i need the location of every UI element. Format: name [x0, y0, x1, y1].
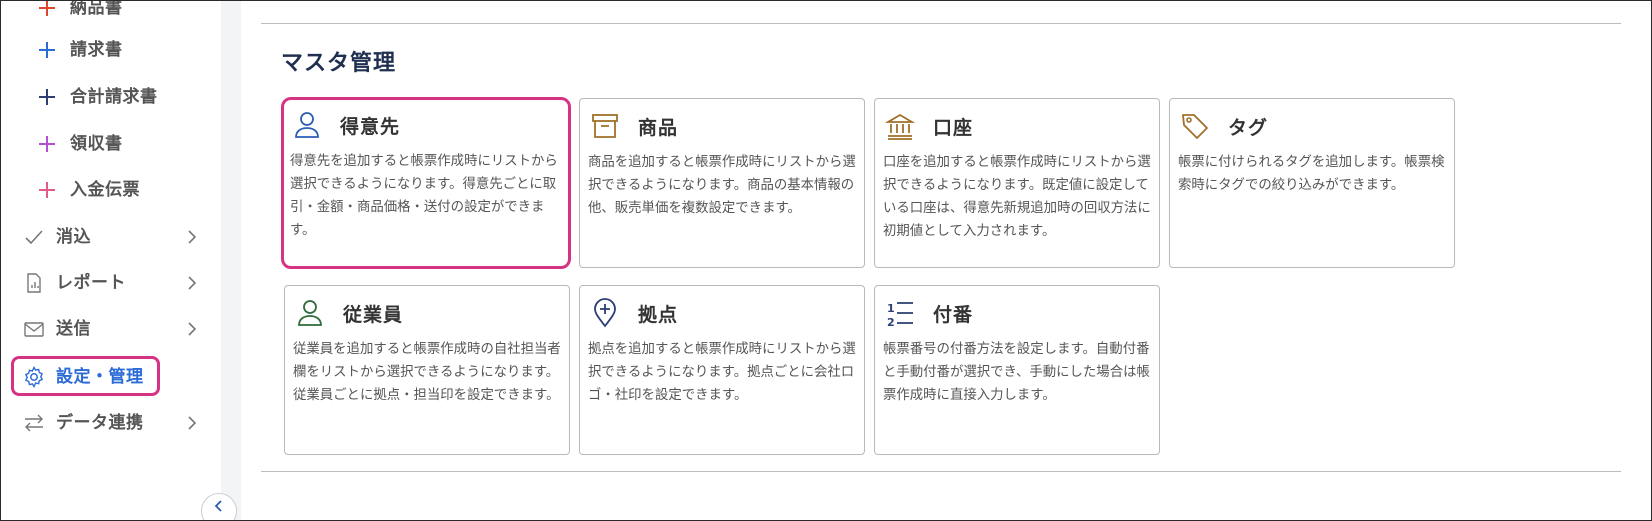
- sidebar-item-reconcile[interactable]: 消込: [2, 216, 212, 256]
- card-title: タグ: [1228, 117, 1269, 139]
- sidebar-item-data-sync[interactable]: データ連携: [2, 402, 212, 442]
- card-description: 口座を追加すると帳票作成時にリストから選択できるようになります。既定値に設定して…: [883, 155, 1151, 239]
- sync-icon: [25, 414, 43, 432]
- card-title: 商品: [638, 117, 679, 139]
- bank-icon: [885, 113, 915, 140]
- card-description: 帳票に付けられるタグを追加します。帳票検索時にタグでの絞り込みができます。: [1178, 155, 1445, 193]
- card-description: 得意先を追加すると帳票作成時にリストから選択できるようになります。得意先ごとに取…: [290, 154, 558, 238]
- card-description: 帳票番号の付番方法を設定します。自動付番と手動付番が選択でき、手動にした場合は帳…: [883, 342, 1150, 403]
- sidebar-item-total-invoice[interactable]: 合計請求書: [2, 76, 212, 116]
- card-branch[interactable]: 拠点 拠点を追加すると帳票作成時にリストから選択できるようになります。拠点ごとに…: [579, 285, 865, 455]
- divider-line: [261, 23, 1621, 24]
- card-bank-account[interactable]: 口座 口座を追加すると帳票作成時にリストから選択できるようになります。既定値に設…: [874, 98, 1160, 268]
- sidebar-item-label: 入金伝票: [70, 180, 140, 200]
- person-icon: [295, 112, 319, 138]
- map-pin-icon: [594, 298, 616, 328]
- mail-icon: [24, 322, 44, 337]
- sidebar-item-label: レポート: [56, 273, 126, 293]
- chevron-right-icon: [188, 276, 197, 290]
- plus-icon: [39, 136, 55, 152]
- svg-text:1: 1: [887, 302, 895, 315]
- card-employee[interactable]: 従業員 従業員を追加すると帳票作成時の自社担当者欄をリストから選択できるようにな…: [284, 285, 570, 455]
- gear-icon: [24, 366, 44, 388]
- sidebar-item-report[interactable]: レポート: [2, 262, 212, 302]
- report-icon: [27, 273, 41, 293]
- sidebar-item-invoice[interactable]: 請求書: [2, 29, 212, 69]
- card-description: 従業員を追加すると帳票作成時の自社担当者欄をリストから選択できるようになります。…: [293, 342, 561, 403]
- sidebar-divider: [221, 1, 241, 520]
- card-title: 口座: [933, 117, 974, 139]
- card-customer[interactable]: 得意先 得意先を追加すると帳票作成時にリストから選択できるようになります。得意先…: [281, 97, 571, 269]
- card-title: 拠点: [638, 304, 679, 326]
- card-title: 従業員: [343, 304, 404, 326]
- card-tag[interactable]: タグ 帳票に付けられるタグを追加します。帳票検索時にタグでの絞り込みができます。: [1169, 98, 1455, 268]
- svg-text:2: 2: [887, 316, 895, 328]
- box-icon: [592, 114, 618, 138]
- sidebar-item-label: 納品書: [70, 0, 123, 18]
- plus-icon: [39, 89, 55, 105]
- chevron-right-icon: [188, 322, 197, 336]
- card-description: 拠点を追加すると帳票作成時にリストから選択できるようになります。拠点ごとに会社ロ…: [588, 342, 856, 403]
- card-numbering[interactable]: 12 付番 帳票番号の付番方法を設定します。自動付番と手動付番が選択でき、手動に…: [874, 285, 1160, 455]
- main-content: マスタ管理 得意先 得意先を追加すると帳票作成時にリストから選択できるようになり…: [241, 1, 1651, 520]
- chevron-right-icon: [188, 416, 197, 430]
- card-product[interactable]: 商品 商品を追加すると帳票作成時にリストから選択できるようになります。商品の基本…: [579, 98, 865, 268]
- card-description: 商品を追加すると帳票作成時にリストから選択できるようになります。商品の基本情報の…: [588, 155, 856, 216]
- card-title: 得意先: [340, 116, 401, 138]
- sidebar: 納品書 請求書 合計請求書 領収書 入金伝票 消込 レポート 送信 設定・管理 …: [2, 1, 222, 520]
- sidebar-item-delivery-note[interactable]: 納品書: [2, 0, 212, 27]
- numbered-list-icon: 12: [887, 302, 913, 328]
- collapse-sidebar-button[interactable]: [201, 493, 237, 520]
- sidebar-item-label: 領収書: [70, 134, 123, 154]
- plus-icon: [39, 182, 55, 198]
- sidebar-item-receipt[interactable]: 領収書: [2, 123, 212, 163]
- chevron-right-icon: [188, 230, 197, 244]
- sidebar-item-settings[interactable]: 設定・管理: [11, 356, 160, 396]
- plus-icon: [39, 42, 55, 58]
- person-icon: [298, 300, 322, 326]
- sidebar-item-send[interactable]: 送信: [2, 308, 212, 348]
- sidebar-item-label: 消込: [56, 227, 91, 247]
- sidebar-item-label: 合計請求書: [70, 87, 158, 107]
- sidebar-item-payment-slip[interactable]: 入金伝票: [2, 169, 212, 209]
- sidebar-item-label: データ連携: [56, 413, 144, 433]
- app-frame: 納品書 請求書 合計請求書 領収書 入金伝票 消込 レポート 送信 設定・管理 …: [0, 0, 1652, 521]
- sidebar-item-label: 請求書: [70, 40, 123, 60]
- check-icon: [25, 230, 43, 245]
- card-title: 付番: [933, 304, 974, 326]
- sidebar-item-label: 設定・管理: [56, 367, 144, 387]
- divider-line: [261, 471, 1621, 472]
- plus-icon: [39, 1, 55, 16]
- section-title: マスタ管理: [281, 51, 397, 76]
- chevron-left-icon: [214, 500, 222, 512]
- tag-icon: [1182, 114, 1208, 139]
- sidebar-item-label: 送信: [56, 319, 91, 339]
